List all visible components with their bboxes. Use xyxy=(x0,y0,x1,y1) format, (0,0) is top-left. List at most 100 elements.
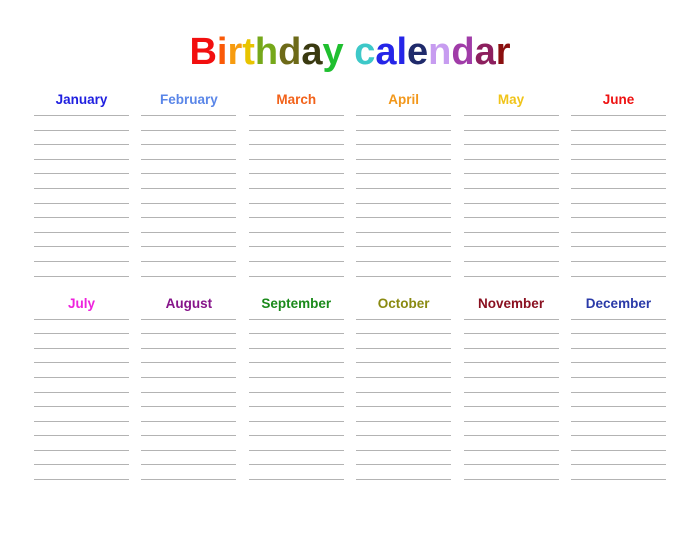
writing-line[interactable] xyxy=(356,187,452,189)
writing-line[interactable] xyxy=(463,275,559,277)
writing-line[interactable] xyxy=(34,464,129,466)
writing-line[interactable] xyxy=(34,144,129,146)
writing-line[interactable] xyxy=(570,464,666,466)
writing-line[interactable] xyxy=(34,318,129,320)
writing-line[interactable] xyxy=(141,115,237,116)
writing-line[interactable] xyxy=(570,246,666,248)
writing-line[interactable] xyxy=(248,391,344,393)
writing-line[interactable] xyxy=(570,362,666,364)
writing-line[interactable] xyxy=(141,246,237,248)
writing-line[interactable] xyxy=(141,435,237,437)
writing-line[interactable] xyxy=(248,187,344,189)
writing-line[interactable] xyxy=(356,464,452,466)
writing-line[interactable] xyxy=(570,318,666,320)
writing-line[interactable] xyxy=(356,479,452,481)
writing-line[interactable] xyxy=(356,115,452,116)
writing-line[interactable] xyxy=(463,464,559,466)
writing-line[interactable] xyxy=(356,435,452,437)
writing-line[interactable] xyxy=(141,275,237,277)
writing-line[interactable] xyxy=(248,246,344,248)
writing-line[interactable] xyxy=(570,144,666,146)
writing-line[interactable] xyxy=(141,406,237,408)
writing-line[interactable] xyxy=(570,479,666,481)
writing-line[interactable] xyxy=(570,347,666,349)
writing-line[interactable] xyxy=(356,406,452,408)
writing-line[interactable] xyxy=(570,173,666,175)
writing-line[interactable] xyxy=(248,173,344,175)
writing-line[interactable] xyxy=(34,449,129,451)
writing-line[interactable] xyxy=(463,260,559,262)
writing-line[interactable] xyxy=(248,406,344,408)
writing-line[interactable] xyxy=(248,144,344,146)
writing-line[interactable] xyxy=(570,260,666,262)
writing-line[interactable] xyxy=(141,347,237,349)
writing-line[interactable] xyxy=(356,391,452,393)
writing-line[interactable] xyxy=(141,464,237,466)
writing-line[interactable] xyxy=(248,347,344,349)
writing-line[interactable] xyxy=(141,420,237,422)
writing-line[interactable] xyxy=(463,187,559,189)
writing-line[interactable] xyxy=(141,376,237,378)
writing-line[interactable] xyxy=(248,275,344,277)
writing-line[interactable] xyxy=(141,217,237,219)
writing-line[interactable] xyxy=(248,449,344,451)
writing-line[interactable] xyxy=(248,479,344,481)
writing-line[interactable] xyxy=(34,435,129,437)
writing-line[interactable] xyxy=(248,231,344,233)
writing-line[interactable] xyxy=(34,246,129,248)
writing-line[interactable] xyxy=(141,173,237,175)
writing-line[interactable] xyxy=(356,318,452,320)
writing-line[interactable] xyxy=(248,362,344,364)
writing-line[interactable] xyxy=(463,347,559,349)
writing-line[interactable] xyxy=(141,391,237,393)
writing-line[interactable] xyxy=(141,158,237,160)
writing-line[interactable] xyxy=(34,217,129,219)
writing-line[interactable] xyxy=(570,420,666,422)
writing-line[interactable] xyxy=(356,231,452,233)
writing-line[interactable] xyxy=(248,376,344,378)
writing-line[interactable] xyxy=(34,275,129,277)
writing-line[interactable] xyxy=(570,231,666,233)
writing-line[interactable] xyxy=(570,406,666,408)
writing-line[interactable] xyxy=(570,391,666,393)
writing-line[interactable] xyxy=(570,129,666,131)
writing-line[interactable] xyxy=(34,406,129,408)
writing-line[interactable] xyxy=(463,318,559,320)
writing-line[interactable] xyxy=(570,187,666,189)
writing-line[interactable] xyxy=(248,129,344,131)
writing-line[interactable] xyxy=(463,115,559,116)
writing-line[interactable] xyxy=(356,260,452,262)
writing-line[interactable] xyxy=(141,260,237,262)
writing-line[interactable] xyxy=(570,376,666,378)
writing-line[interactable] xyxy=(463,420,559,422)
writing-line[interactable] xyxy=(463,406,559,408)
writing-line[interactable] xyxy=(356,376,452,378)
writing-line[interactable] xyxy=(463,202,559,204)
writing-line[interactable] xyxy=(34,158,129,160)
writing-line[interactable] xyxy=(570,115,666,116)
writing-line[interactable] xyxy=(570,435,666,437)
writing-line[interactable] xyxy=(248,464,344,466)
writing-line[interactable] xyxy=(141,231,237,233)
writing-line[interactable] xyxy=(463,362,559,364)
writing-line[interactable] xyxy=(570,333,666,335)
writing-line[interactable] xyxy=(248,435,344,437)
writing-line[interactable] xyxy=(141,129,237,131)
writing-line[interactable] xyxy=(570,275,666,277)
writing-line[interactable] xyxy=(34,333,129,335)
writing-line[interactable] xyxy=(570,449,666,451)
writing-line[interactable] xyxy=(463,333,559,335)
writing-line[interactable] xyxy=(356,173,452,175)
writing-line[interactable] xyxy=(34,479,129,481)
writing-line[interactable] xyxy=(463,231,559,233)
writing-line[interactable] xyxy=(463,246,559,248)
writing-line[interactable] xyxy=(34,260,129,262)
writing-line[interactable] xyxy=(248,158,344,160)
writing-line[interactable] xyxy=(463,158,559,160)
writing-line[interactable] xyxy=(34,376,129,378)
writing-line[interactable] xyxy=(356,347,452,349)
writing-line[interactable] xyxy=(356,333,452,335)
writing-line[interactable] xyxy=(34,115,129,116)
writing-line[interactable] xyxy=(34,129,129,131)
writing-line[interactable] xyxy=(141,144,237,146)
